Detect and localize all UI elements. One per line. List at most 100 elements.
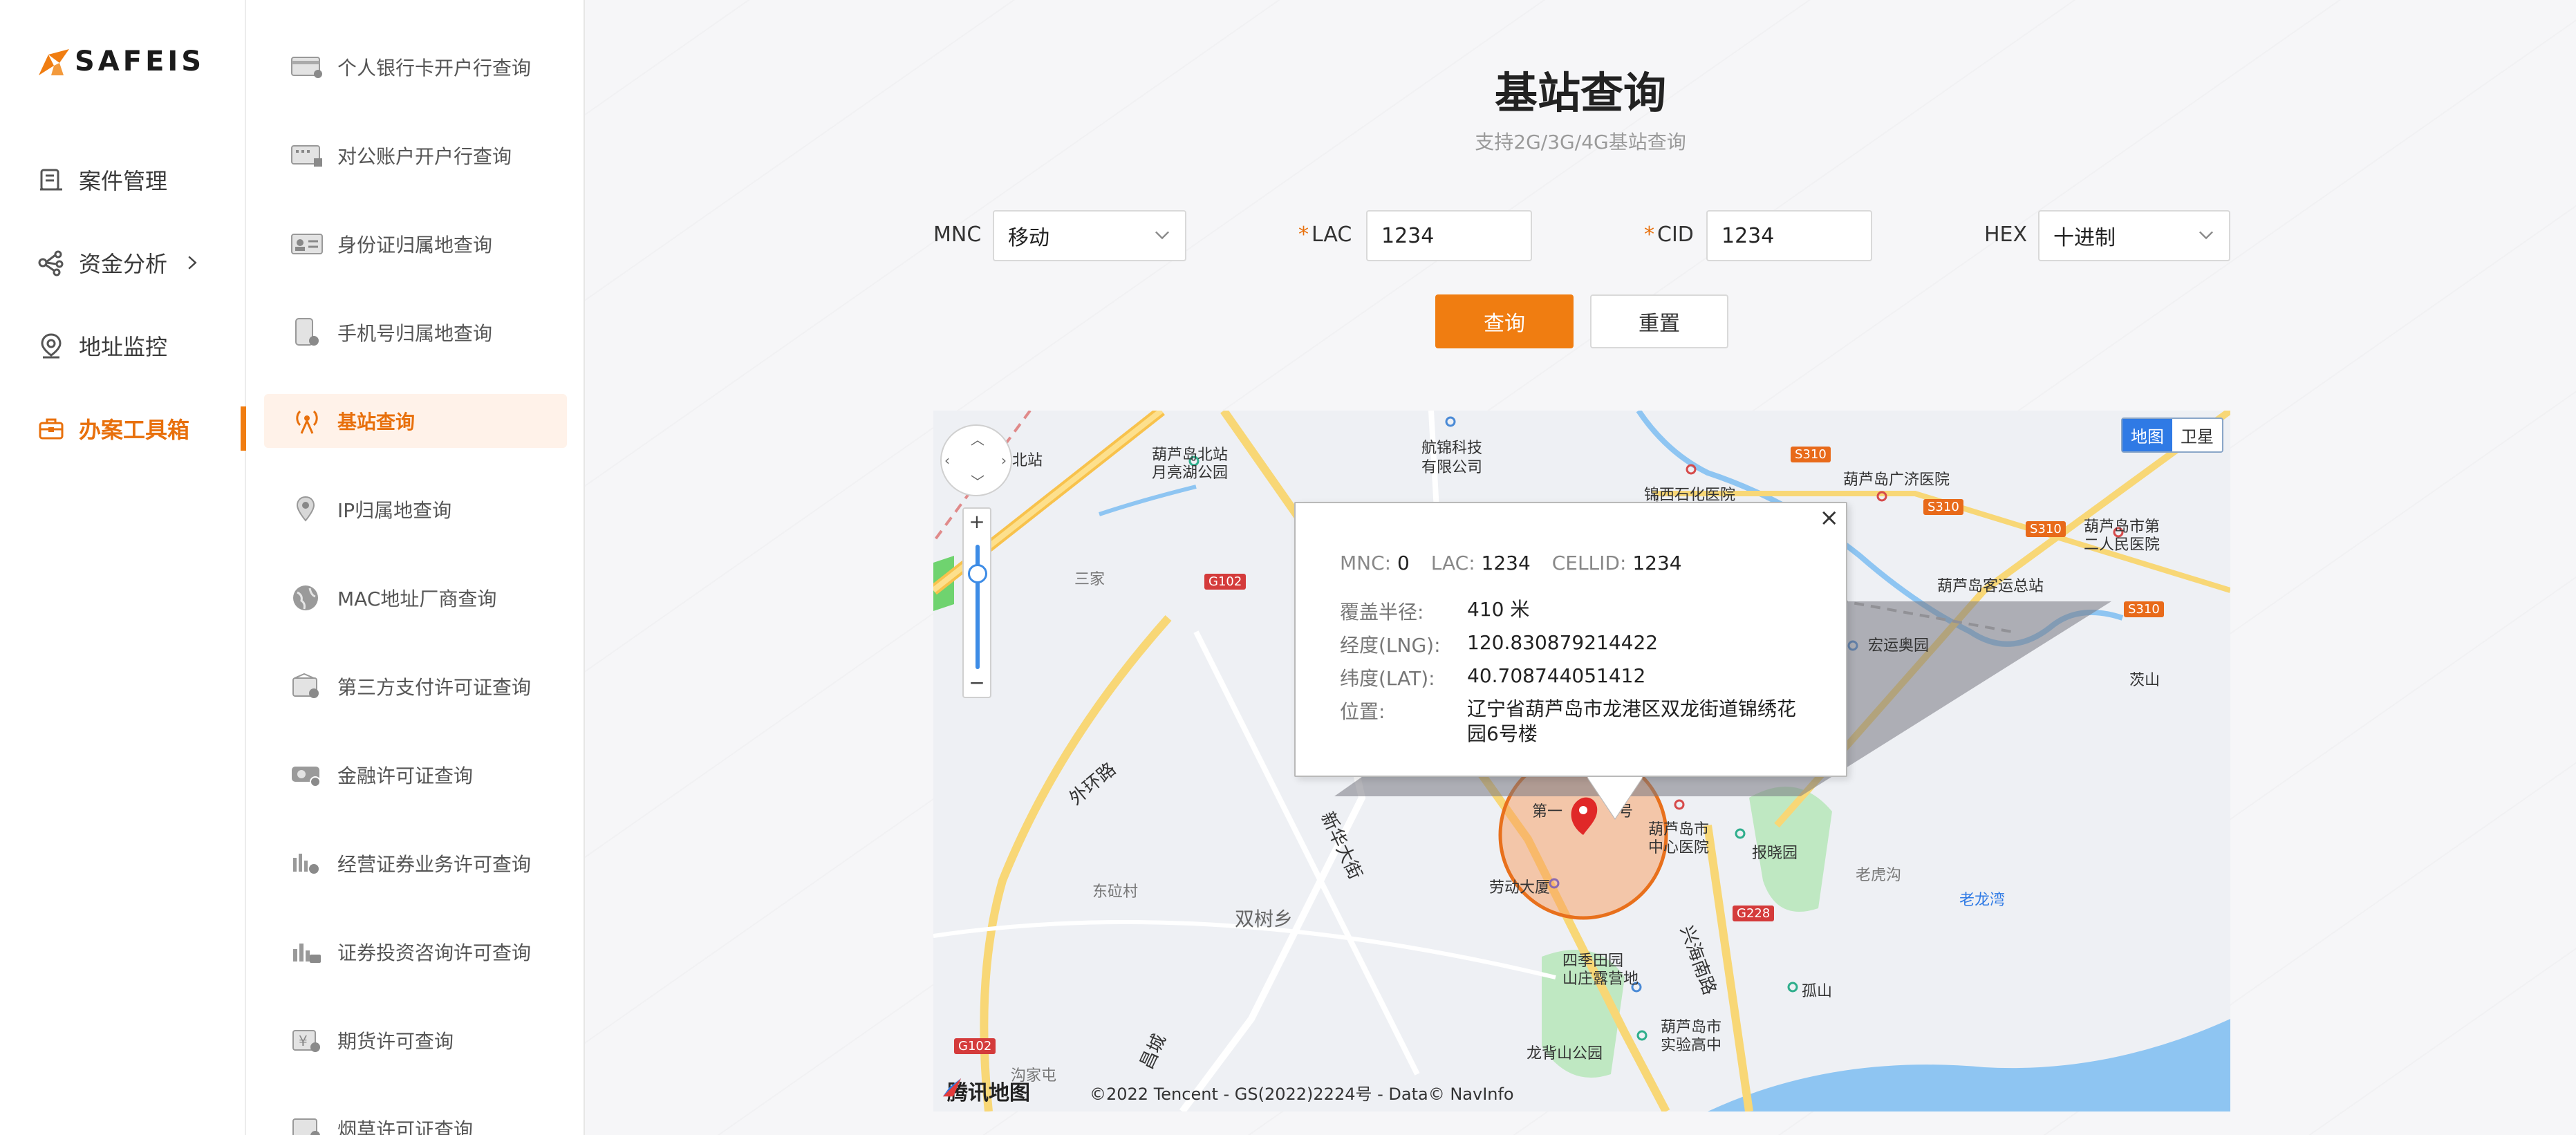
- pan-down-icon[interactable]: ﹀: [971, 471, 984, 491]
- tencent-map-logo-icon: [942, 1078, 962, 1097]
- map-provider-logo[interactable]: 腾讯地图: [940, 1076, 1030, 1106]
- pan-up-icon[interactable]: ︿: [971, 429, 984, 449]
- nav-item-label: 地址监控: [79, 334, 168, 360]
- close-icon[interactable]: ×: [1820, 506, 1840, 529]
- tool-item-label: 金融许可证查询: [337, 765, 474, 787]
- tool-item-label: 手机号归属地查询: [337, 322, 493, 345]
- popup-cellid-label: CELLID:: [1551, 552, 1627, 574]
- tool-item-label: 个人银行卡开户行查询: [337, 57, 532, 79]
- tool-item-ip-location[interactable]: IP归属地查询: [264, 482, 567, 536]
- mnc-select-value: 移动: [1008, 226, 1049, 250]
- main-sidebar: SAFEIS 案件管理 资金分析 地址监控 办案工具箱: [0, 0, 246, 1135]
- corporate-account-icon: [291, 145, 322, 167]
- hex-select[interactable]: 十进制: [2038, 210, 2230, 261]
- hex-label: HEX: [1984, 223, 2028, 247]
- lac-input-value: 1234: [1381, 223, 1435, 248]
- ip-location-icon: [296, 496, 315, 522]
- popup-lng-value: 120.830879214422: [1467, 631, 1659, 654]
- tool-item-personal-bank-card[interactable]: 个人银行卡开户行查询: [264, 40, 567, 94]
- map-label: 宏运奥园: [1868, 637, 1930, 655]
- map-zoom-control: ︿ ‹ › ﹀ + −: [940, 424, 1012, 698]
- toolbox-icon: [39, 418, 64, 440]
- tool-item-label: IP归属地查询: [337, 499, 452, 522]
- tool-item-mac-vendor[interactable]: MAC地址厂商查询: [264, 571, 567, 625]
- nav-item-label: 案件管理: [79, 168, 168, 194]
- popup-lng-label: 经度(LNG):: [1340, 634, 1441, 657]
- tool-item-label: 证券投资咨询许可查询: [337, 941, 532, 964]
- chevron-down-icon: [2199, 231, 2213, 240]
- tobacco-license-icon: [292, 1118, 320, 1135]
- zoom-in-icon[interactable]: +: [964, 510, 990, 533]
- pan-right-icon[interactable]: ›: [1001, 452, 1007, 469]
- nav-item-fund-analysis[interactable]: 资金分析: [0, 221, 246, 304]
- query-button[interactable]: 查询: [1435, 294, 1574, 348]
- road-shield: S310: [2124, 601, 2164, 617]
- nav-item-case-management[interactable]: 案件管理: [0, 138, 246, 221]
- tool-item-futures[interactable]: ¥ 期货许可查询: [264, 1013, 567, 1067]
- map-view[interactable]: 葫芦岛北站 葫芦岛北站 月亮湖公园 航锦科技 有限公司 锦西石化医院 葫芦岛广济…: [933, 411, 2230, 1111]
- map-label: 第一: [1532, 803, 1563, 820]
- map-label: 有限公司: [1421, 459, 1483, 476]
- tool-item-phone-location[interactable]: 手机号归属地查询: [264, 306, 567, 359]
- popup-lat-row: 纬度(LAT): 40.708744051412: [1340, 664, 1806, 691]
- tool-item-finance-license[interactable]: 金融许可证查询: [264, 748, 567, 802]
- popup-address-value: 辽宁省葫芦岛市龙港区双龙街道锦绣花园6号楼: [1467, 697, 1797, 745]
- popup-radius-label: 覆盖半径:: [1340, 601, 1424, 623]
- popup-radius-value: 410 米: [1467, 598, 1530, 621]
- cid-input[interactable]: 1234: [1706, 210, 1872, 261]
- map-label: 劳动大厦: [1489, 879, 1551, 897]
- map-type-satellite-button[interactable]: 卫星: [2172, 419, 2222, 451]
- popup-lat-label: 纬度(LAT):: [1340, 667, 1435, 690]
- map-label: 茨山: [2129, 672, 2160, 689]
- map-pan-control[interactable]: ︿ ‹ › ﹀: [940, 424, 1012, 496]
- chevron-down-icon: [1155, 231, 1169, 240]
- tool-item-payment-license[interactable]: 第三方支付许可证查询: [264, 659, 567, 713]
- case-icon: [40, 169, 62, 191]
- tool-item-securities-business[interactable]: 经营证券业务许可查询: [264, 836, 567, 890]
- tool-item-id-card[interactable]: 身份证归属地查询: [264, 217, 567, 271]
- map-label: 葫芦岛客运总站: [1937, 578, 2044, 595]
- nav-item-toolbox[interactable]: 办案工具箱: [0, 387, 246, 470]
- tool-item-securities-consult[interactable]: 证券投资咨询许可查询: [264, 925, 567, 979]
- cid-input-value: 1234: [1721, 223, 1775, 248]
- map-zoom-bar: + −: [962, 507, 991, 698]
- tool-item-label: 身份证归属地查询: [337, 234, 493, 256]
- popup-lac-label: LAC:: [1430, 552, 1475, 574]
- map-type-map-button[interactable]: 地图: [2122, 419, 2172, 451]
- futures-icon: ¥: [292, 1030, 320, 1052]
- brand-logo-icon: [39, 49, 69, 75]
- bank-card-icon: [291, 57, 322, 78]
- lac-label-text: LAC: [1312, 223, 1352, 247]
- map-label: 三家: [1074, 571, 1105, 588]
- zoom-out-icon[interactable]: −: [964, 671, 990, 694]
- popup-radius-row: 覆盖半径: 410 米: [1340, 597, 1806, 625]
- nav-item-location-monitor[interactable]: 地址监控: [0, 304, 246, 387]
- popup-address-label: 位置:: [1340, 700, 1385, 723]
- required-mark: *: [1298, 223, 1309, 247]
- page-subtitle: 支持2G/3G/4G基站查询: [1475, 131, 1686, 153]
- securities-consult-icon: [293, 944, 321, 963]
- map-label: 二人民医院: [2084, 536, 2160, 554]
- mnc-select[interactable]: 移动: [993, 210, 1186, 261]
- tool-item-label: 第三方支付许可证查询: [337, 676, 532, 699]
- tool-item-label: 对公账户开户行查询: [337, 145, 512, 168]
- zoom-track[interactable]: [976, 545, 980, 669]
- tool-item-corporate-account[interactable]: 对公账户开户行查询: [264, 129, 567, 182]
- securities-business-icon: [293, 854, 319, 874]
- reset-button[interactable]: 重置: [1590, 294, 1728, 348]
- map-label: 中心医院: [1648, 839, 1710, 856]
- globe-icon: [293, 585, 318, 610]
- required-mark: *: [1644, 223, 1654, 247]
- hex-select-value: 十进制: [2053, 226, 2116, 250]
- tool-item-label: 烟草许可证查询: [337, 1118, 474, 1135]
- lac-input[interactable]: 1234: [1366, 210, 1532, 261]
- popup-cell-summary: MNC: 0 LAC: 1234 CELLID: 1234: [1340, 552, 1697, 574]
- map-label: 东砬村: [1092, 883, 1139, 901]
- zoom-slider-handle[interactable]: [968, 564, 987, 583]
- tool-item-base-station[interactable]: 基站查询: [264, 394, 567, 448]
- map-label: 葫芦岛广济医院: [1843, 471, 1950, 489]
- brand-logo[interactable]: SAFEIS: [39, 46, 205, 77]
- pan-left-icon[interactable]: ‹: [944, 452, 950, 469]
- tool-item-tobacco-license[interactable]: 烟草许可证查询: [264, 1102, 567, 1135]
- cid-label-text: CID: [1657, 223, 1694, 247]
